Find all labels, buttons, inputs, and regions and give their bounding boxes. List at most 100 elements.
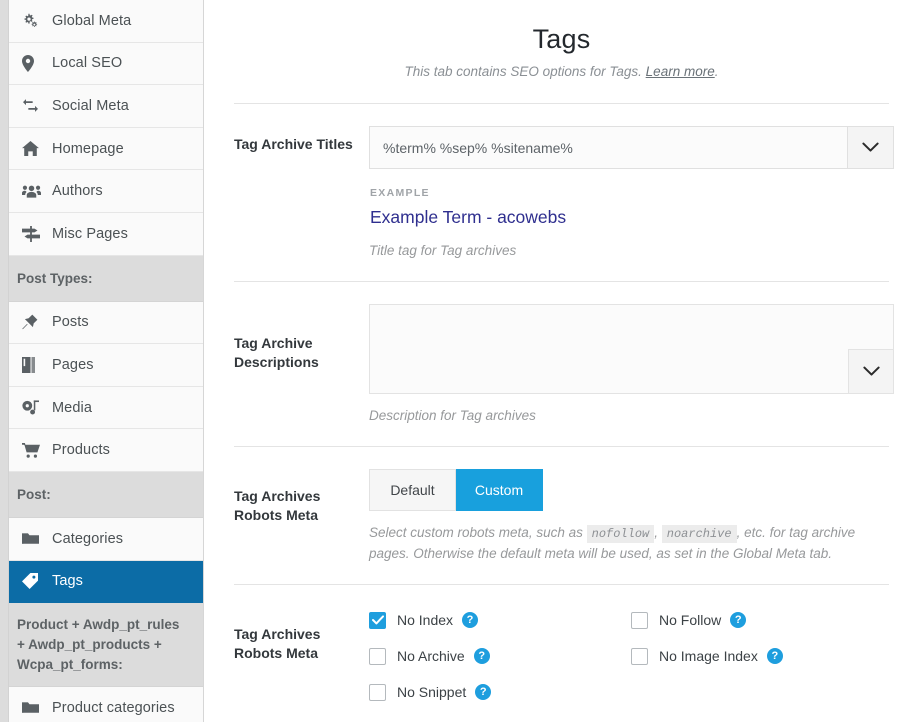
archive-titles-label: Tag Archive Titles [234, 136, 353, 152]
sidebar-item-label: Local SEO [52, 55, 123, 72]
folder-icon [22, 532, 48, 546]
example-kicker: EXAMPLE [370, 187, 430, 199]
users-icon [22, 184, 48, 198]
sidebar-group-header: Product + Awdp_pt_rules + Awdp_pt_produc… [0, 603, 203, 688]
sidebar-item-authors[interactable]: Authors [0, 170, 203, 213]
archive-titles-example: EXAMPLE Example Term - acowebs [369, 187, 889, 229]
archive-descriptions-help: Description for Tag archives [369, 408, 536, 423]
archive-descriptions-input-group [369, 304, 894, 394]
sidebar-group-label: Post: [17, 486, 51, 502]
archive-titles-input-group [369, 126, 894, 169]
seo-settings-window: Global Meta Local SEO Social Meta Homepage A… [0, 0, 919, 722]
sidebar-nav-list: Global Meta Local SEO Social Meta Homepage A… [0, 0, 203, 722]
sidebar-item-label: Categories [52, 530, 124, 547]
sidebar-item-label: Social Meta [52, 97, 129, 114]
field-row-archive-descriptions: Tag Archive Descriptions Description for… [204, 282, 919, 446]
checkbox-label: No Archive [397, 648, 465, 664]
robots-help-part-1: Select custom robots meta, such as [369, 525, 583, 540]
robots-help-part-2: , [654, 525, 658, 540]
sidebar-item-label: Products [52, 442, 111, 459]
sidebar-item-label: Pages [52, 356, 94, 373]
checkbox-row[interactable]: No Snippet? [369, 679, 631, 705]
check-icon [371, 615, 384, 625]
archive-titles-input[interactable] [369, 126, 848, 169]
sidebar-item-social-meta[interactable]: Social Meta [0, 85, 203, 128]
checkbox-row[interactable]: No Index? [369, 607, 631, 633]
signpost-icon [22, 225, 48, 242]
checkbox-no-follow[interactable] [631, 611, 648, 629]
field-row-archive-titles: Tag Archive Titles EXAMPLE Example Term … [204, 104, 919, 281]
sidebar-item-label: Tags [52, 573, 84, 590]
robots-checkbox-column-right: No Follow? No Image Index? [631, 607, 893, 715]
page-subtitle-period: . [714, 64, 719, 79]
sidebar-item-misc-pages[interactable]: Misc Pages [0, 212, 203, 256]
robots-default-button[interactable]: Default [369, 469, 456, 511]
sidebar-group-header: Post: [0, 471, 203, 518]
robots-checkbox-column-left: No Index? No Archive? No Snippet? [369, 607, 631, 715]
gears-icon [22, 13, 48, 29]
sidebar-item-pages[interactable]: Pages [0, 344, 203, 387]
robots-checks-label: Tag Archives Robots Meta [234, 626, 321, 661]
question-icon[interactable]: ? [730, 612, 747, 628]
question-icon[interactable]: ? [462, 612, 479, 628]
tag-icon [22, 573, 48, 590]
sidebar-item-posts[interactable]: Posts [0, 301, 203, 345]
folder-icon [22, 701, 48, 715]
cart-icon [22, 442, 48, 458]
learn-more-link[interactable]: Learn more [646, 64, 715, 79]
robots-custom-button[interactable]: Custom [456, 469, 543, 511]
archive-descriptions-label: Tag Archive Descriptions [234, 335, 319, 370]
robots-toggle-label: Tag Archives Robots Meta [234, 488, 321, 523]
home-icon [22, 141, 48, 157]
field-row-robots-toggle: Tag Archives Robots Meta Default Custom … [204, 447, 919, 584]
sidebar-item-homepage[interactable]: Homepage [0, 127, 203, 171]
archive-titles-dropdown-button[interactable] [848, 126, 894, 169]
checkbox-no-snippet[interactable] [369, 683, 386, 701]
sidebar-item-local-seo[interactable]: Local SEO [0, 42, 203, 86]
sidebar-item-label: Product categories [52, 699, 175, 716]
archive-descriptions-textarea[interactable] [369, 304, 894, 394]
checkbox-row[interactable]: No Image Index? [631, 643, 893, 669]
sidebar-item-label: Authors [52, 183, 103, 200]
sidebar-item-products[interactable]: Products [0, 429, 203, 472]
sidebar-item-tags[interactable]: Tags [0, 560, 203, 604]
example-preview-text: Example Term - acowebs [370, 207, 567, 227]
code-nofollow: nofollow [586, 525, 655, 543]
sidebar-item-categories[interactable]: Categories [0, 517, 203, 561]
pin-icon [22, 314, 48, 330]
robots-meta-toggle-group: Default Custom [369, 469, 889, 511]
checkbox-no-index[interactable] [369, 611, 386, 629]
sidebar-item-label: Media [52, 399, 92, 416]
checkbox-row[interactable]: No Archive? [369, 643, 631, 669]
share-icon [22, 98, 48, 113]
field-row-robots-checkboxes: Tag Archives Robots Meta No Index? No Arc… [204, 585, 919, 722]
question-icon[interactable]: ? [473, 648, 490, 664]
checkbox-no-image-index[interactable] [631, 647, 648, 665]
checkbox-no-archive[interactable] [369, 647, 386, 665]
archive-descriptions-dropdown-button[interactable] [848, 349, 894, 394]
archive-titles-help: Title tag for Tag archives [369, 243, 517, 258]
chevron-down-icon [862, 366, 880, 376]
book-icon [22, 356, 48, 373]
media-icon [22, 399, 48, 416]
checkbox-row[interactable]: No Follow? [631, 607, 893, 633]
question-icon[interactable]: ? [766, 648, 783, 664]
chevron-down-icon [862, 142, 879, 152]
checkbox-label: No Snippet [397, 684, 467, 700]
checkbox-label: No Follow [659, 612, 722, 628]
sidebar-group-label: Product + Awdp_pt_rules + Awdp_pt_produc… [17, 617, 180, 673]
sidebar-item-label: Homepage [52, 140, 124, 157]
settings-sidebar: Global Meta Local SEO Social Meta Homepage A… [0, 0, 204, 722]
sidebar-item-media[interactable]: Media [0, 386, 203, 430]
page-subtitle: This tab contains SEO options for Tags. … [234, 63, 889, 81]
question-icon[interactable]: ? [475, 684, 492, 700]
sidebar-group-header: Post Types: [0, 255, 203, 302]
page-header: Tags This tab contains SEO options for T… [204, 0, 919, 81]
sidebar-group-label: Post Types: [17, 270, 93, 286]
robots-checkbox-grid: No Index? No Archive? No Snippet? No Follo… [369, 607, 889, 715]
map-pin-icon [22, 54, 48, 72]
sidebar-item-label: Global Meta [52, 12, 132, 29]
sidebar-item-product-categories[interactable]: Product categories [0, 687, 203, 722]
settings-main-panel: Tags This tab contains SEO options for T… [204, 0, 919, 722]
sidebar-item-global-meta[interactable]: Global Meta [0, 0, 203, 43]
